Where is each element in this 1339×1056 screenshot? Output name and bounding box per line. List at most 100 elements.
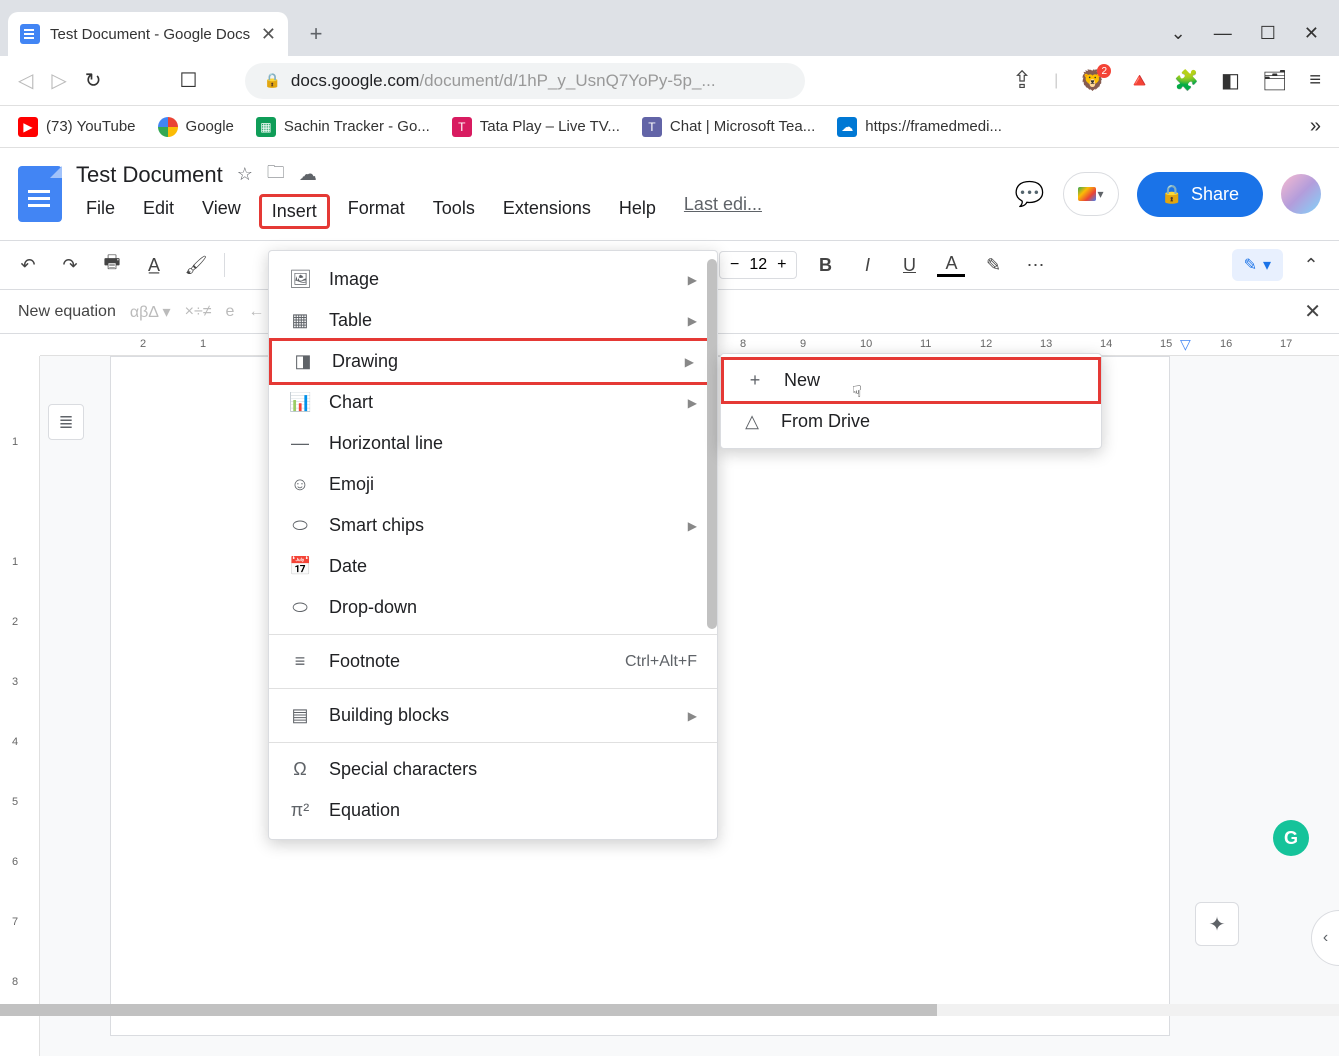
submenu-arrow-icon: ▶ [688,314,697,328]
spellcheck-button[interactable]: A̲ [140,255,168,276]
bookmark-google[interactable]: Google [158,117,234,137]
insert-menu-dropdown: 🖼Image▶ ▦Table▶ ◨Drawing▶ 📊Chart▶ —Horiz… [268,250,718,840]
vertical-ruler[interactable]: 112345678 [0,356,40,1056]
document-outline-button[interactable]: ≣ [48,404,84,440]
tataplay-icon: T [452,117,472,137]
menu-divider [269,634,717,635]
star-icon[interactable]: ☆ [237,164,253,185]
bold-button[interactable]: B [811,255,839,276]
bookmark-tataplay[interactable]: TTata Play – Live TV... [452,117,620,137]
explore-button[interactable]: ✦ [1195,902,1239,946]
menu-scrollbar[interactable] [707,259,717,629]
minimize-button[interactable]: — [1214,23,1232,44]
submenu-arrow-icon: ▶ [688,519,697,533]
new-tab-button[interactable]: + [300,18,332,50]
new-equation-button[interactable]: New equation [18,303,116,321]
nav-forward-button[interactable]: ▷ [51,68,66,93]
insert-drawing[interactable]: ◨Drawing▶ [269,338,717,385]
highlight-button[interactable]: ✎ [979,255,1007,276]
arrows-dropdown[interactable]: ← [248,303,264,321]
extensions-icon[interactable]: 🧩 [1174,68,1199,93]
close-window-button[interactable]: ✕ [1304,23,1319,44]
close-equation-bar[interactable]: ✕ [1304,299,1321,324]
insert-smart-chips[interactable]: ⬭Smart chips▶ [269,505,717,546]
comments-icon[interactable]: 💬 [1015,180,1045,209]
menu-file[interactable]: File [76,194,125,229]
menu-insert[interactable]: Insert [259,194,330,229]
menu-edit[interactable]: Edit [133,194,184,229]
wallet-icon[interactable]: 🗂 [1262,68,1287,93]
bookmark-sheets[interactable]: ▦Sachin Tracker - Go... [256,117,430,137]
insert-table[interactable]: ▦Table▶ [269,300,717,341]
brave-rewards-icon[interactable]: 🔺 [1127,68,1152,93]
text-color-button[interactable]: A [937,253,965,277]
nav-back-button[interactable]: ◁ [18,68,33,93]
share-button[interactable]: 🔒Share [1137,172,1263,217]
more-toolbar-button[interactable]: ⋯ [1021,255,1049,276]
cloud-status-icon[interactable]: ☁ [299,164,317,185]
browser-menu-icon[interactable]: ≡ [1309,69,1321,92]
insert-building-blocks[interactable]: ▤Building blocks▶ [269,695,717,736]
collapse-toolbar-button[interactable]: ⌃ [1297,255,1325,276]
omega-icon: Ω [289,759,311,780]
drawing-from-drive[interactable]: △From Drive [721,401,1101,442]
undo-button[interactable]: ↶ [14,255,42,276]
submenu-arrow-icon: ▶ [688,396,697,410]
underline-button[interactable]: U [895,255,923,276]
docs-logo-icon[interactable] [18,166,62,222]
insert-image[interactable]: 🖼Image▶ [269,259,717,300]
move-folder-icon[interactable]: 🗀 [267,160,285,190]
bookmark-icon[interactable]: ☐ [180,68,198,93]
greek-letters-dropdown[interactable]: αβΔ ▾ [130,302,171,322]
address-bar: ◁ ▷ ↻ ☐ 🔒 docs.google.com/document/d/1hP… [0,56,1339,106]
insert-date[interactable]: 📅Date [269,546,717,587]
menu-format[interactable]: Format [338,194,415,229]
account-avatar[interactable] [1281,174,1321,214]
insert-emoji[interactable]: ☺Emoji [269,464,717,505]
chevron-down-icon[interactable]: ⌄ [1171,23,1186,44]
drawing-new[interactable]: +New [721,357,1101,404]
font-size-decrease[interactable]: − [730,256,739,274]
menu-help[interactable]: Help [609,194,666,229]
youtube-icon: ▶ [18,117,38,137]
paint-format-button[interactable]: 🖌 [182,255,210,276]
right-indent-marker[interactable]: ▽ [1180,336,1191,353]
insert-special-characters[interactable]: ΩSpecial characters [269,749,717,790]
document-title[interactable]: Test Document [76,162,223,188]
bookmark-teams[interactable]: TChat | Microsoft Tea... [642,117,815,137]
grammarly-icon[interactable]: G [1273,820,1309,856]
share-url-icon[interactable]: ⇪ [1012,66,1032,95]
brave-icon[interactable]: 🦁2 [1080,68,1105,93]
operators-dropdown[interactable]: ×÷≠ [185,303,212,321]
font-size-increase[interactable]: + [777,256,786,274]
menu-extensions[interactable]: Extensions [493,194,601,229]
meet-button[interactable]: ▾ [1063,172,1119,216]
submenu-arrow-icon: ▶ [688,273,697,287]
insert-footnote[interactable]: ≡FootnoteCtrl+Alt+F [269,641,717,682]
menu-view[interactable]: View [192,194,251,229]
lock-icon: 🔒 [263,72,280,89]
insert-chart[interactable]: 📊Chart▶ [269,382,717,423]
maximize-button[interactable]: ☐ [1260,23,1276,44]
editing-mode-button[interactable]: ✎▾ [1232,249,1283,281]
sidepanel-icon[interactable]: ◧ [1221,68,1240,93]
tab-close-button[interactable]: ✕ [261,24,276,45]
menu-tools[interactable]: Tools [423,194,485,229]
active-tab[interactable]: Test Document - Google Docs ✕ [8,12,288,56]
horizontal-scrollbar[interactable] [0,1004,1339,1016]
insert-horizontal-line[interactable]: —Horizontal line [269,423,717,464]
reload-button[interactable]: ↻ [85,68,102,93]
bookmark-youtube[interactable]: ▶(73) YouTube [18,117,136,137]
redo-button[interactable]: ↷ [56,255,84,276]
url-field[interactable]: 🔒 docs.google.com/document/d/1hP_y_UsnQ7… [245,63,805,99]
insert-equation[interactable]: π²Equation [269,790,717,831]
print-button[interactable]: 🖶 [98,250,126,280]
insert-dropdown[interactable]: ⬭Drop-down [269,587,717,628]
last-edit-link[interactable]: Last edi... [684,194,762,229]
font-size-value[interactable]: 12 [749,256,767,274]
exponent-dropdown[interactable]: e [226,303,235,321]
font-size-control[interactable]: − 12 + [719,251,797,279]
bookmarks-overflow[interactable]: » [1310,115,1321,138]
italic-button[interactable]: I [853,255,881,276]
bookmark-onedrive[interactable]: ☁https://framedmedi... [837,117,1002,137]
